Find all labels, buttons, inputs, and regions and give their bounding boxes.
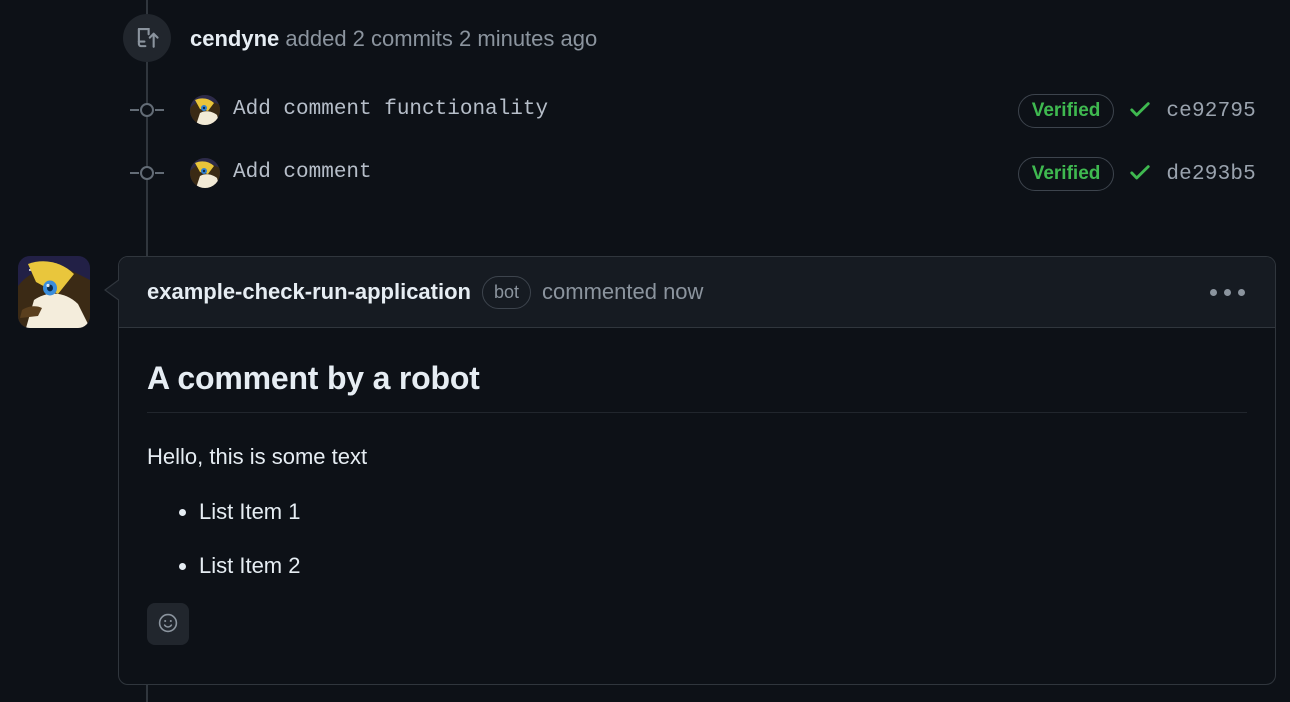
- avatar[interactable]: [18, 256, 90, 328]
- smiley-icon: [156, 611, 180, 638]
- reaction-bar: [147, 603, 1247, 669]
- commit-sha[interactable]: de293b5: [1166, 163, 1256, 186]
- commit-row: Add comment Verified de293b5: [0, 149, 1290, 197]
- comment-author[interactable]: example-check-run-application: [147, 279, 471, 305]
- comment-body: A comment by a robot Hello, this is some…: [119, 328, 1275, 669]
- comment-card: example-check-run-application bot commen…: [118, 256, 1276, 685]
- push-event-description: added 2 commits 2 minutes ago: [285, 26, 598, 51]
- check-icon: [1128, 160, 1152, 189]
- list-item: List Item 1: [199, 495, 1247, 528]
- commit-row: Add comment functionality Verified ce927…: [0, 86, 1290, 134]
- commit-node-icon: [130, 161, 164, 185]
- comment-timestamp: commented now: [542, 279, 704, 304]
- comment-paragraph: Hello, this is some text: [147, 444, 368, 469]
- commit-message[interactable]: Add comment functionality: [233, 95, 548, 125]
- verified-badge[interactable]: Verified: [1017, 157, 1115, 191]
- list-item: List Item 2: [199, 549, 1247, 582]
- github-timeline-page: cendyne added 2 commits 2 minutes ago Ad…: [0, 0, 1290, 702]
- commit-sha[interactable]: ce92795: [1166, 100, 1256, 123]
- push-event-text: cendyne added 2 commits 2 minutes ago: [190, 25, 597, 53]
- comment-list: List Item 1 List Item 2: [147, 495, 1247, 582]
- commit-node-icon: [130, 98, 164, 122]
- verified-badge[interactable]: Verified: [1017, 94, 1115, 128]
- push-event-actor[interactable]: cendyne: [190, 26, 279, 51]
- kebab-dot: [1224, 288, 1231, 296]
- commit-message[interactable]: Add comment: [233, 158, 372, 188]
- check-icon: [1128, 97, 1152, 126]
- bot-badge: bot: [481, 275, 532, 309]
- comment-bubble-arrow-fill: [106, 279, 121, 301]
- avatar[interactable]: [190, 95, 220, 125]
- add-reaction-button[interactable]: [147, 603, 189, 645]
- kebab-menu-icon[interactable]: [1206, 283, 1249, 302]
- kebab-dot: [1238, 288, 1245, 296]
- repo-push-icon: [123, 14, 171, 62]
- comment-title: A comment by a robot: [147, 358, 1247, 413]
- push-event-row: cendyne added 2 commits 2 minutes ago: [0, 0, 1290, 78]
- commit-meta: Verified de293b5: [1017, 157, 1256, 191]
- avatar[interactable]: [190, 158, 220, 188]
- commit-meta: Verified ce92795: [1017, 94, 1256, 128]
- comment-header: example-check-run-application bot commen…: [119, 257, 1275, 328]
- kebab-dot: [1210, 288, 1217, 296]
